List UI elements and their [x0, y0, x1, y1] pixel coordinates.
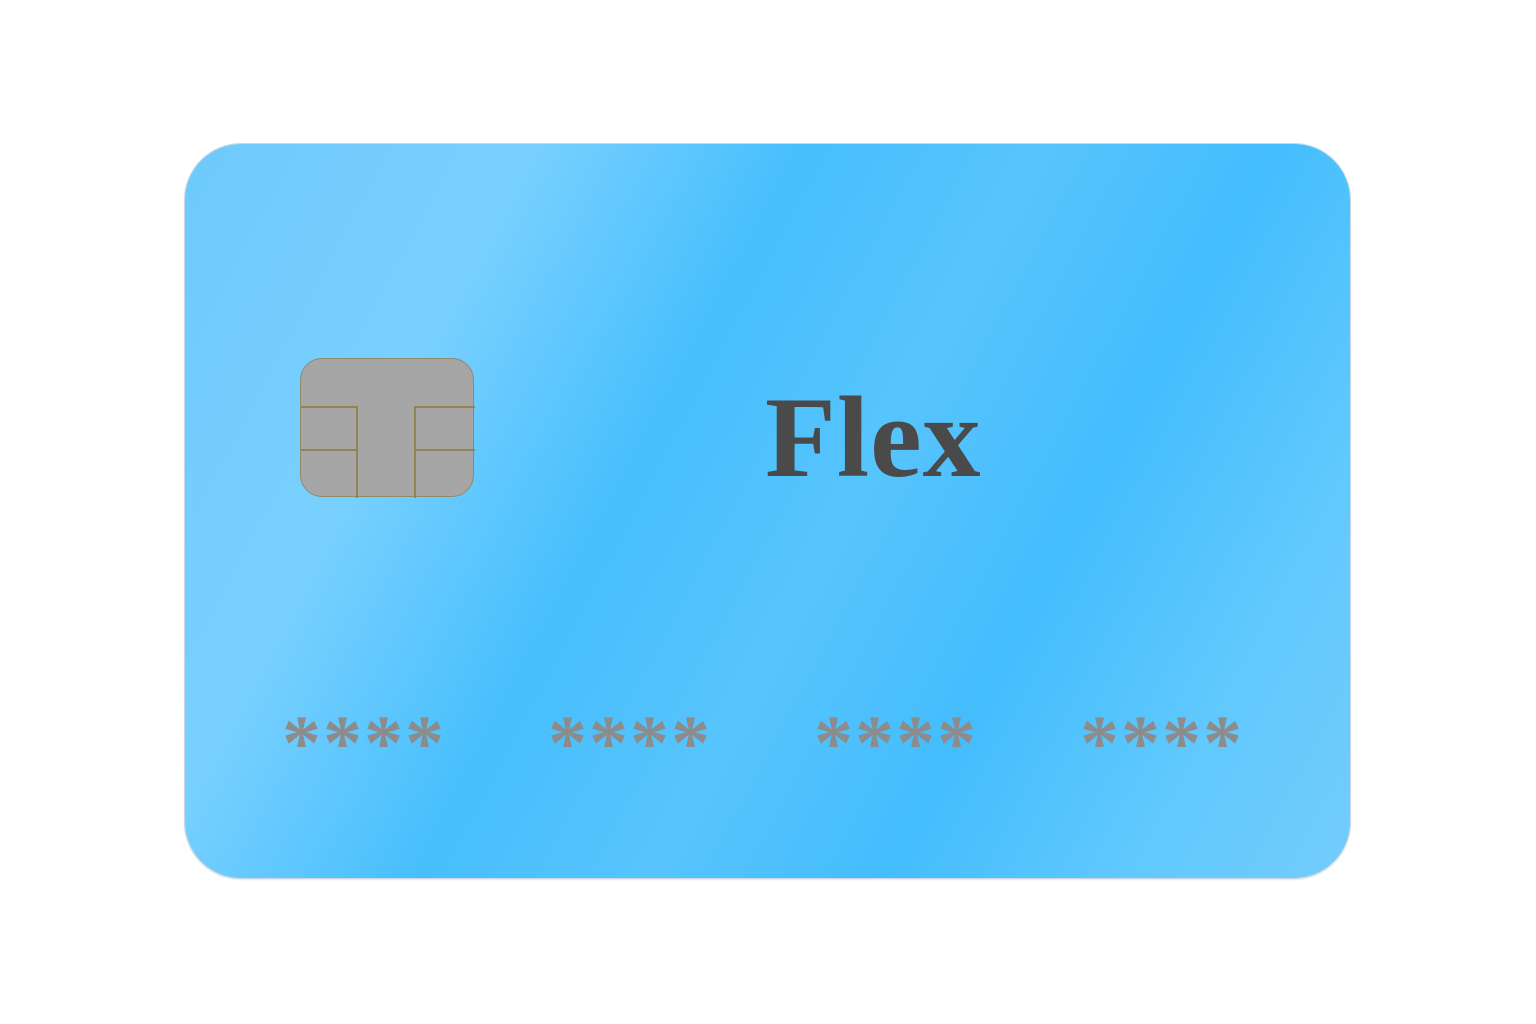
- card-number-group-2: ****: [548, 699, 712, 786]
- credit-card: Flex **** **** **** ****: [185, 144, 1350, 878]
- card-number: **** **** **** ****: [282, 704, 1282, 794]
- card-number-group-4: ****: [1080, 699, 1244, 786]
- chip-contacts: [301, 406, 475, 498]
- card-number-group-3: ****: [814, 699, 978, 786]
- chip-icon: [300, 358, 475, 498]
- card-number-group-1: ****: [282, 699, 446, 786]
- card-brand-name: Flex: [765, 374, 982, 502]
